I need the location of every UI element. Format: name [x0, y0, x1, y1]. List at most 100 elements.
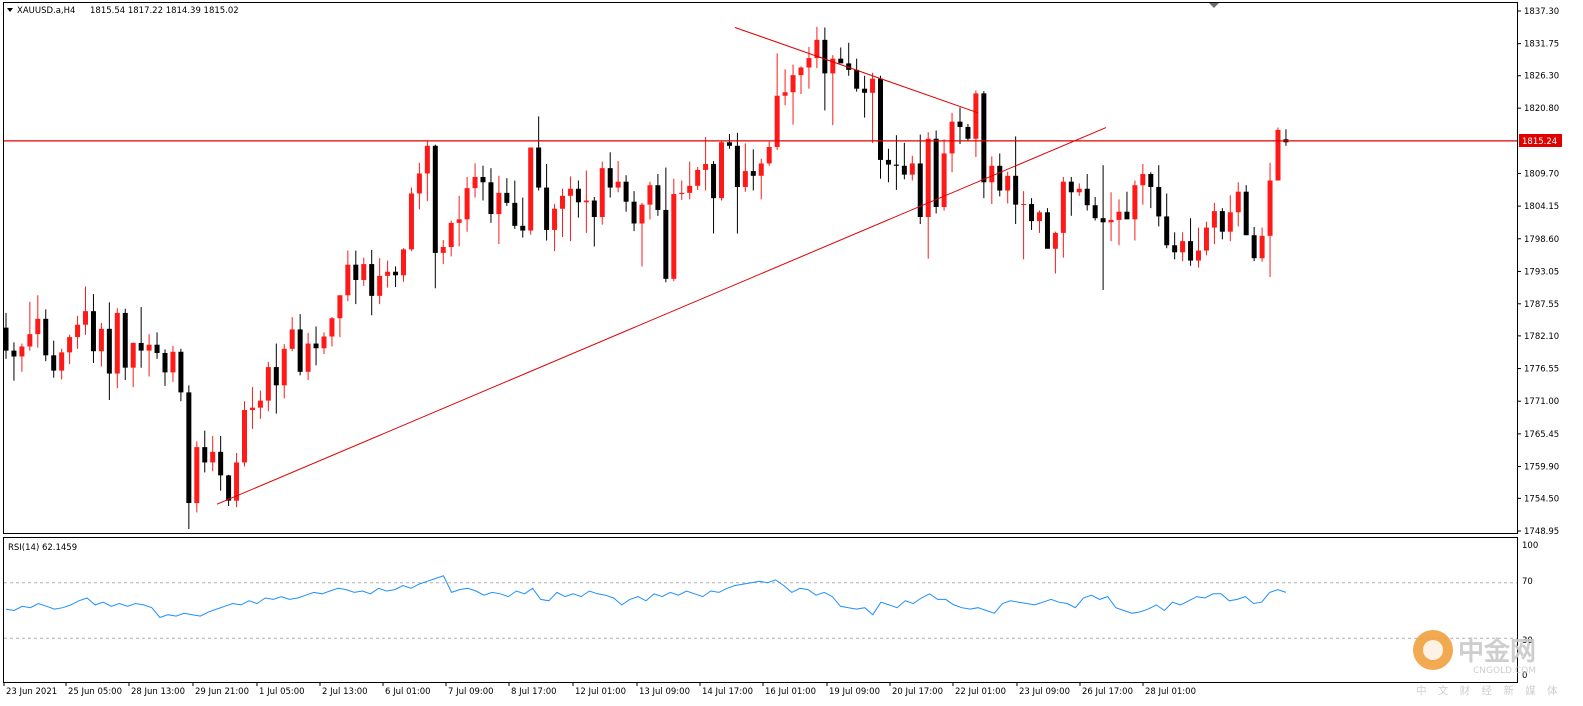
candle-body [719, 142, 724, 199]
candle-body [59, 352, 65, 371]
dropdown-triangle-icon[interactable] [7, 8, 13, 12]
candle [83, 286, 88, 335]
candle [1068, 176, 1074, 216]
candle-body [536, 147, 542, 188]
candle-body [345, 264, 351, 296]
candle [1164, 193, 1170, 249]
candle-body [265, 367, 271, 401]
candle-body [1029, 204, 1035, 222]
candle [1283, 129, 1289, 146]
support-trendline[interactable] [216, 127, 1107, 505]
time-label: 23 Jul 09:00 [1019, 687, 1070, 697]
candle-body [599, 168, 605, 217]
candle [949, 112, 955, 173]
candle [456, 195, 462, 247]
candle [1259, 227, 1265, 262]
candle [512, 180, 518, 229]
candle-body [591, 200, 597, 217]
candle [408, 187, 414, 252]
candle-body [957, 121, 963, 127]
candle [1275, 127, 1281, 181]
candle [43, 309, 49, 362]
candle-body [1060, 181, 1066, 233]
price-label: 1809.70 [1524, 169, 1559, 179]
rsi-line [5, 575, 1287, 619]
candle-body [1005, 175, 1011, 191]
candle [361, 257, 367, 286]
candle-body [909, 163, 915, 175]
candle-body [822, 39, 828, 74]
candle [822, 27, 828, 111]
candle-body [655, 185, 661, 210]
price-label: 1804.15 [1524, 202, 1559, 212]
candle-body [408, 193, 414, 250]
candle [51, 340, 57, 378]
candle-body [1076, 188, 1082, 193]
candle [385, 260, 391, 288]
candle [552, 204, 558, 252]
candle [1243, 185, 1249, 236]
candle-body [631, 201, 637, 224]
candle-body [51, 355, 57, 371]
watermark-english: CNGOLD.COM [1473, 666, 1536, 676]
candle [1156, 165, 1162, 227]
candle [1227, 195, 1233, 242]
candle-body [162, 352, 168, 373]
price-label: 1759.90 [1524, 463, 1559, 473]
candle-body [567, 188, 573, 196]
candle [353, 250, 359, 305]
time-label: 22 Jul 01:00 [955, 687, 1006, 697]
candle-body [1140, 174, 1146, 186]
candle-body [695, 169, 701, 186]
candle [1124, 191, 1130, 220]
candle-body [607, 168, 613, 188]
candle-body [488, 182, 494, 215]
rsi-level-70: 70 [1522, 577, 1533, 587]
price-label: 1754.50 [1524, 494, 1559, 504]
rsi-panel[interactable] [3, 537, 1518, 683]
candle [901, 142, 907, 180]
candle-body [1275, 129, 1281, 181]
candle [194, 441, 200, 513]
candle [965, 124, 971, 141]
candle [321, 332, 327, 355]
candles-layer [3, 26, 1289, 529]
main-chart-panel[interactable] [3, 2, 1518, 534]
candle [790, 64, 796, 125]
candle [281, 344, 287, 399]
time-axis: 23 Jun 2021 25 Jun 05:00 28 Jun 13:00 29 Ju… [3, 682, 1196, 697]
candle [440, 239, 446, 265]
candle-body [997, 165, 1003, 191]
resistance-trendline[interactable] [734, 27, 979, 114]
candle-body [19, 346, 25, 357]
time-label: 13 Jul 09:00 [639, 687, 690, 697]
candle-body [273, 367, 279, 386]
candle-body [1164, 216, 1170, 246]
candle [774, 53, 780, 150]
candle-body [758, 163, 764, 176]
candle [734, 132, 740, 234]
candle [814, 26, 820, 69]
candle [647, 181, 653, 220]
candle-body [798, 67, 804, 76]
time-label: 16 Jul 01:00 [765, 687, 816, 697]
candle-body [496, 192, 502, 215]
candle [424, 140, 430, 202]
chart-canvas[interactable]: 1837.30 1831.75 1826.30 1820.80 1809.70 1804.… [0, 0, 1583, 706]
candle-body [583, 200, 589, 203]
candle [98, 322, 104, 367]
candle-body [146, 344, 152, 351]
time-label: 14 Jul 17:00 [702, 687, 753, 697]
candle-body [925, 138, 931, 217]
candle-body [353, 264, 359, 280]
price-label: 1787.55 [1524, 300, 1559, 310]
candle-body [766, 146, 772, 164]
candle-body [122, 312, 128, 368]
candle [631, 191, 637, 232]
candle [1132, 180, 1138, 241]
candle-body [289, 329, 295, 349]
candle [202, 430, 208, 473]
chart-shift-marker-icon[interactable] [1209, 3, 1219, 8]
candle-body [512, 202, 518, 226]
candle [599, 161, 605, 225]
